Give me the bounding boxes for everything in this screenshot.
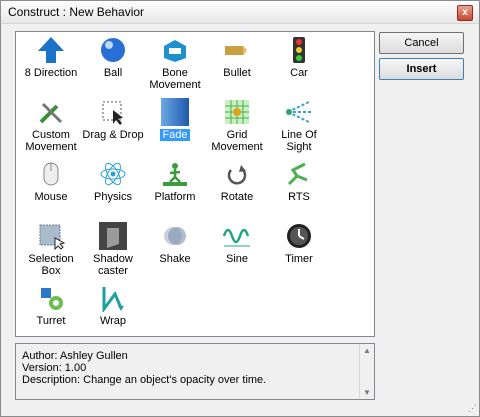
behavior-item-line-of-sight[interactable]: Line Of Sight: [268, 98, 330, 153]
author-text: Author: Ashley Gullen: [22, 350, 128, 362]
behavior-label: Custom Movement: [25, 129, 77, 153]
behavior-item-8-direction[interactable]: 8 Direction: [20, 36, 82, 79]
behavior-item-fade[interactable]: Fade: [144, 98, 206, 141]
behavior-label: 8 Direction: [24, 67, 78, 79]
behavior-item-mouse[interactable]: Mouse: [20, 160, 82, 203]
behavior-item-sine[interactable]: Sine: [206, 222, 268, 265]
title-bar: Construct : New Behavior x: [1, 1, 479, 24]
behavior-item-car[interactable]: Car: [268, 36, 330, 79]
scroll-down-icon[interactable]: ▼: [363, 388, 371, 397]
behavior-item-turret[interactable]: Turret: [20, 284, 82, 327]
turret-icon: [20, 284, 82, 312]
behavior-item-bone-movement[interactable]: Bone Movement: [144, 36, 206, 91]
behavior-label: Physics: [94, 191, 132, 203]
grid-icon: [206, 98, 268, 126]
behavior-label: Wrap: [99, 315, 127, 327]
behavior-label: Bullet: [223, 67, 251, 79]
behavior-item-drag-drop[interactable]: Drag & Drop: [82, 98, 144, 141]
cancel-button[interactable]: Cancel: [379, 32, 464, 54]
behavior-label: Grid Movement: [211, 129, 263, 153]
description-scrollbar[interactable]: ▲ ▼: [359, 344, 374, 399]
insert-button[interactable]: Insert: [379, 58, 464, 80]
behavior-item-rotate[interactable]: Rotate: [206, 160, 268, 203]
new-behavior-dialog: Construct : New Behavior x 8 Direction Ba…: [0, 0, 480, 417]
behavior-item-selection-box[interactable]: Selection Box: [20, 222, 82, 277]
scroll-up-icon[interactable]: ▲: [363, 346, 371, 355]
rts-icon: [268, 160, 330, 188]
behavior-label: Ball: [103, 67, 123, 79]
tools-icon: [20, 98, 82, 126]
shadow-caster-icon: [82, 222, 144, 250]
behavior-label: Selection Box: [28, 253, 74, 277]
behavior-label: Turret: [36, 315, 66, 327]
behavior-label: Sine: [225, 253, 249, 265]
behavior-label: Rotate: [220, 191, 254, 203]
behavior-item-ball[interactable]: Ball: [82, 36, 144, 79]
close-button[interactable]: x: [457, 5, 473, 21]
behavior-item-wrap[interactable]: Wrap: [82, 284, 144, 327]
behavior-label: Shake: [159, 253, 191, 265]
bone-icon: [144, 36, 206, 64]
ball-icon: [82, 36, 144, 64]
rotate-icon: [206, 160, 268, 188]
behavior-item-custom-movement[interactable]: Custom Movement: [20, 98, 82, 153]
behavior-item-rts[interactable]: RTS: [268, 160, 330, 203]
timer-icon: [268, 222, 330, 250]
sine-icon: [206, 222, 268, 250]
wrap-icon: [82, 284, 144, 312]
behavior-item-shadow-caster[interactable]: Shadow caster: [82, 222, 144, 277]
resize-grip-icon[interactable]: ⋰: [468, 403, 477, 414]
behavior-item-shake[interactable]: Shake: [144, 222, 206, 265]
behavior-label: Car: [290, 67, 308, 79]
behavior-label: Line Of Sight: [281, 129, 317, 153]
platform-icon: [144, 160, 206, 188]
traffic-light-icon: [268, 36, 330, 64]
behavior-item-bullet[interactable]: Bullet: [206, 36, 268, 79]
version-text: Version: 1.00: [22, 362, 87, 374]
behavior-grid: 8 Direction Ball Bone Movement Bullet Car Cus…: [15, 31, 375, 337]
behavior-label: Drag & Drop: [82, 129, 144, 141]
behavior-label: Bone Movement: [149, 67, 201, 91]
drag-icon: [82, 98, 144, 126]
shake-icon: [144, 222, 206, 250]
behavior-label: Shadow caster: [93, 253, 133, 277]
atom-icon: [82, 160, 144, 188]
behavior-label: RTS: [288, 191, 310, 203]
mouse-icon: [20, 160, 82, 188]
behavior-item-timer[interactable]: Timer: [268, 222, 330, 265]
behavior-label: Platform: [154, 191, 196, 203]
bullet-icon: [206, 36, 268, 64]
fade-icon: [144, 98, 206, 126]
behavior-label: Fade: [160, 129, 190, 141]
behavior-item-physics[interactable]: Physics: [82, 160, 144, 203]
description-text: Description: Change an object's opacity …: [22, 374, 267, 386]
window-title: Construct : New Behavior: [8, 5, 145, 19]
arrow-up-icon: [20, 36, 82, 64]
line-of-sight-icon: [268, 98, 330, 126]
description-panel: Author: Ashley Gullen Version: 1.00 Desc…: [15, 343, 375, 400]
behavior-label: Mouse: [34, 191, 68, 203]
selection-box-icon: [20, 222, 82, 250]
behavior-item-platform[interactable]: Platform: [144, 160, 206, 203]
behavior-label: Timer: [285, 253, 313, 265]
behavior-item-grid-movement[interactable]: Grid Movement: [206, 98, 268, 153]
